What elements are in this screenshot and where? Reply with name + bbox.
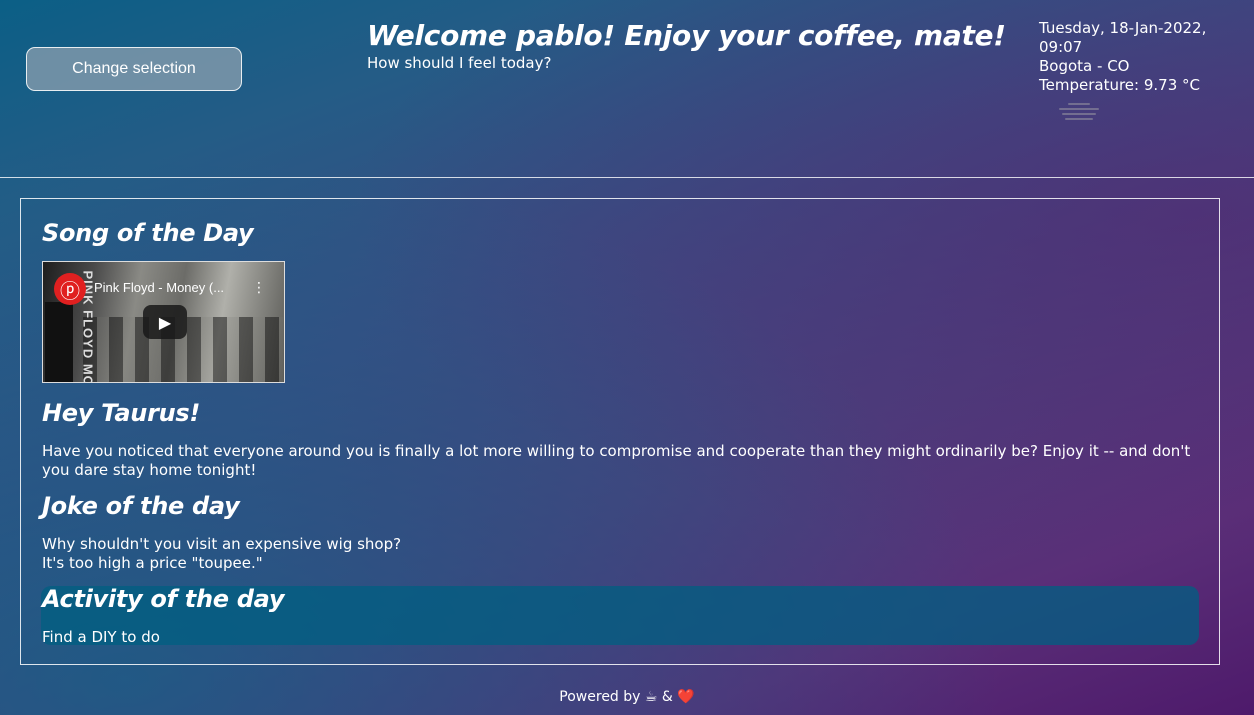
video-title[interactable]: Pink Floyd - Money (... (94, 280, 224, 295)
activity-title: Activity of the day (42, 585, 285, 613)
joke-punchline: It's too high a price "toupee." (42, 554, 263, 572)
welcome-subtitle: How should I feel today? (367, 54, 552, 72)
datetime: Tuesday, 18-Jan-2022, 09:07 (1039, 19, 1207, 56)
channel-logo-icon[interactable]: ⓟ (54, 273, 86, 305)
content-card: Song of the Day PINK FLOYD MONEY ⓟ Pink … (20, 198, 1220, 665)
video-embed[interactable]: PINK FLOYD MONEY ⓟ Pink Floyd - Money (.… (42, 261, 285, 383)
horoscope-title: Hey Taurus! (42, 399, 201, 427)
horoscope-text: Have you noticed that everyone around yo… (42, 442, 1191, 479)
location: Bogota - CO (1039, 57, 1130, 75)
welcome-block: Welcome pablo! Enjoy your coffee, mate! … (367, 18, 1006, 72)
play-button[interactable]: ▶ (143, 305, 187, 339)
album-side-text: PINK FLOYD MONEY (45, 270, 96, 382)
change-selection-button[interactable]: Change selection (26, 47, 242, 91)
activity-text: Find a DIY to do (42, 628, 160, 646)
footer: Powered by ☕ & ❤️ (0, 689, 1254, 705)
fog-icon (1058, 100, 1100, 130)
song-section-title: Song of the Day (42, 219, 254, 247)
joke-setup: Why shouldn't you visit an expensive wig… (42, 535, 402, 553)
info-panel: Tuesday, 18-Jan-2022, 09:07 Bogota - CO … (1039, 19, 1254, 95)
footer-text: Powered by ☕ & ❤️ (559, 689, 695, 705)
header: Change selection Welcome pablo! Enjoy yo… (0, 0, 1254, 178)
play-icon: ▶ (158, 312, 172, 332)
joke-title: Joke of the day (42, 492, 240, 520)
more-options-icon[interactable]: ⋮ (252, 280, 266, 296)
temperature: Temperature: 9.73 °C (1039, 76, 1200, 94)
welcome-title: Welcome pablo! Enjoy your coffee, mate! (367, 19, 1006, 52)
